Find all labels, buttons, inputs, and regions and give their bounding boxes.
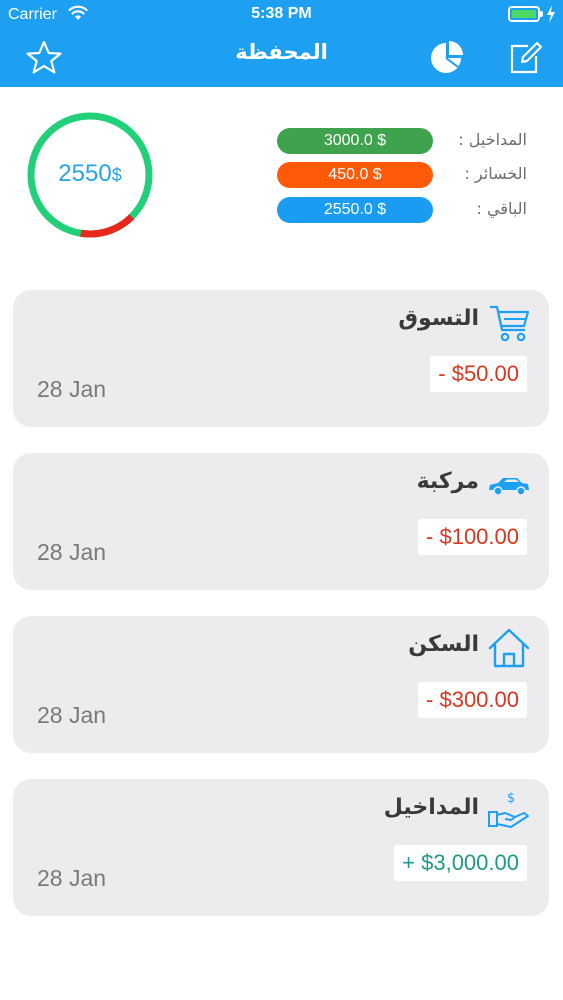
- page-title: المحفظة: [235, 40, 328, 64]
- transaction-title: المداخيل: [383, 795, 479, 820]
- shopping-cart-icon: [490, 305, 530, 342]
- remaining-label: الباقي :: [476, 199, 527, 218]
- transaction-amount: - $100.00: [418, 519, 527, 555]
- summary-income-row: 3000.0 $ المداخيل :: [277, 128, 537, 154]
- income-pill: 3000.0 $: [277, 128, 433, 154]
- top-bar: Carrier 5:38 PM المحفظة: [0, 0, 563, 87]
- transaction-amount: - $50.00: [430, 356, 527, 392]
- house-icon: [488, 628, 530, 668]
- transaction-card-income[interactable]: $ المداخيل + $3,000.00 28 Jan: [13, 779, 549, 916]
- battery-tip: [540, 11, 543, 17]
- battery-icon: [508, 6, 540, 22]
- transaction-title: مركبة: [416, 469, 479, 494]
- edit-icon[interactable]: [506, 38, 544, 76]
- transaction-amount: + $3,000.00: [394, 845, 527, 881]
- transaction-date: 28 Jan: [37, 539, 107, 565]
- pie-chart-icon[interactable]: [428, 38, 466, 76]
- money-hand-icon: $: [488, 791, 529, 828]
- ring-value: 2550: [58, 160, 112, 187]
- status-bar: Carrier 5:38 PM: [0, 0, 563, 30]
- transaction-amount: - $300.00: [418, 682, 527, 718]
- transaction-date: 28 Jan: [37, 376, 107, 402]
- ring-balance: 2550$: [25, 160, 155, 188]
- ring-currency: $: [111, 165, 122, 185]
- transaction-card-shopping[interactable]: التسوق - $50.00 28 Jan: [13, 290, 549, 427]
- losses-pill: 450.0 $: [277, 162, 433, 188]
- transaction-card-housing[interactable]: السكن - $300.00 28 Jan: [13, 616, 549, 753]
- charging-icon: [547, 5, 555, 23]
- clock: 5:38 PM: [251, 5, 312, 22]
- car-icon: [489, 478, 529, 496]
- remaining-pill: 2550.0 $: [277, 197, 433, 223]
- transaction-title: السكن: [408, 632, 479, 657]
- summary-remaining-row: 2550.0 $ الباقي :: [277, 197, 537, 223]
- transaction-date: 28 Jan: [37, 702, 107, 728]
- summary-losses-row: 450.0 $ الخسائر :: [277, 162, 537, 188]
- transaction-card-vehicle[interactable]: مركبة - $100.00 28 Jan: [13, 453, 549, 590]
- transaction-title: التسوق: [398, 306, 479, 331]
- svg-text:$: $: [507, 791, 515, 806]
- income-label: المداخيل :: [458, 130, 527, 149]
- losses-label: الخسائر :: [464, 164, 527, 183]
- transaction-date: 28 Jan: [37, 865, 107, 891]
